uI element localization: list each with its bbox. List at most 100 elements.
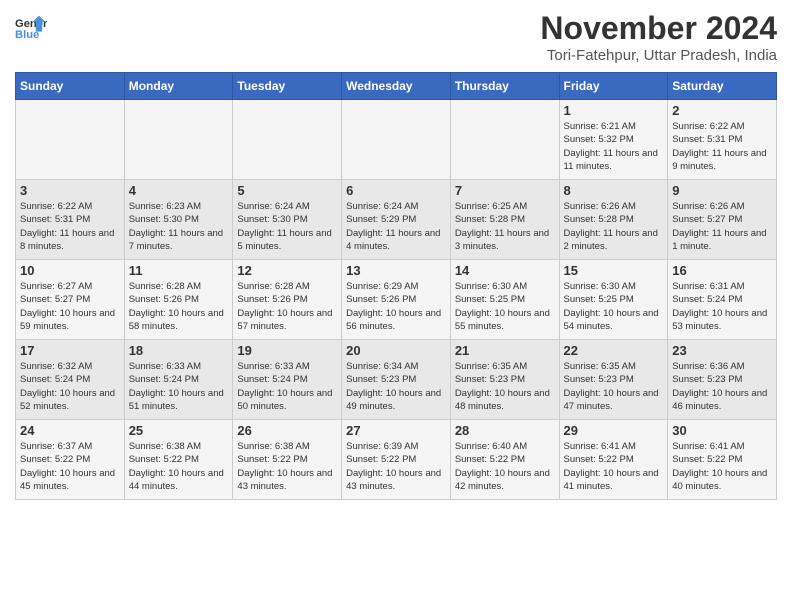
subtitle: Tori-Fatehpur, Uttar Pradesh, India — [540, 47, 777, 64]
calendar-cell: 3Sunrise: 6:22 AM Sunset: 5:31 PM Daylig… — [16, 180, 125, 260]
calendar-cell: 20Sunrise: 6:34 AM Sunset: 5:23 PM Dayli… — [342, 340, 451, 420]
day-info: Sunrise: 6:33 AM Sunset: 5:24 PM Dayligh… — [237, 360, 337, 413]
day-number: 24 — [20, 423, 120, 438]
calendar-cell: 18Sunrise: 6:33 AM Sunset: 5:24 PM Dayli… — [124, 340, 233, 420]
calendar-cell: 14 Sunrise: 6:30 AM Sunset: 5:25 PM Dayli… — [450, 260, 559, 340]
calendar-cell: 22Sunrise: 6:35 AM Sunset: 5:23 PM Dayli… — [559, 340, 668, 420]
day-info: Sunrise: 6:26 AM Sunset: 5:27 PM Dayligh… — [672, 200, 772, 253]
day-info: Sunrise: 6:24 AM Sunset: 5:29 PM Dayligh… — [346, 200, 446, 253]
calendar-cell: 29 Sunrise: 6:41 AM Sunset: 5:22 PM Dayli… — [559, 420, 668, 500]
day-number: 9 — [672, 183, 772, 198]
calendar-cell: 11 Sunrise: 6:28 AM Sunset: 5:26 PM Dayli… — [124, 260, 233, 340]
day-info: Sunrise: 6:29 AM Sunset: 5:26 PM Dayligh… — [346, 280, 446, 333]
day-number: 17 — [20, 343, 120, 358]
day-info: Sunrise: 6:30 AM Sunset: 5:25 PM Dayligh… — [455, 280, 555, 333]
day-number: 27 — [346, 423, 446, 438]
col-friday: Friday — [559, 73, 668, 100]
calendar-cell: 17 Sunrise: 6:32 AM Sunset: 5:24 PM Dayli… — [16, 340, 125, 420]
calendar-cell: 19 Sunrise: 6:33 AM Sunset: 5:24 PM Dayli… — [233, 340, 342, 420]
calendar-cell: 12 Sunrise: 6:28 AM Sunset: 5:26 PM Dayli… — [233, 260, 342, 340]
day-number: 28 — [455, 423, 555, 438]
day-number: 18 — [129, 343, 229, 358]
day-number: 26 — [237, 423, 337, 438]
col-wednesday: Wednesday — [342, 73, 451, 100]
day-number: 21 — [455, 343, 555, 358]
day-info: Sunrise: 6:41 AM Sunset: 5:22 PM Dayligh… — [564, 440, 664, 493]
calendar-cell — [342, 100, 451, 180]
day-info: Sunrise: 6:28 AM Sunset: 5:26 PM Dayligh… — [237, 280, 337, 333]
day-number: 23 — [672, 343, 772, 358]
day-number: 13 — [346, 263, 446, 278]
col-tuesday: Tuesday — [233, 73, 342, 100]
calendar-week-5: 24 Sunrise: 6:37 AM Sunset: 5:22 PM Dayli… — [16, 420, 777, 500]
day-number: 12 — [237, 263, 337, 278]
day-info: Sunrise: 6:32 AM Sunset: 5:24 PM Dayligh… — [20, 360, 120, 413]
day-info: Sunrise: 6:28 AM Sunset: 5:26 PM Dayligh… — [129, 280, 229, 333]
calendar-cell: 2 Sunrise: 6:22 AM Sunset: 5:31 PM Daylig… — [668, 100, 777, 180]
calendar-cell: 26 Sunrise: 6:38 AM Sunset: 5:22 PM Dayli… — [233, 420, 342, 500]
logo-icon: General Blue — [15, 14, 47, 42]
calendar-cell: 25 Sunrise: 6:38 AM Sunset: 5:22 PM Dayli… — [124, 420, 233, 500]
col-thursday: Thursday — [450, 73, 559, 100]
svg-text:Blue: Blue — [15, 29, 39, 41]
calendar-table: Sunday Monday Tuesday Wednesday Thursday… — [15, 72, 777, 500]
calendar-cell — [233, 100, 342, 180]
calendar-cell: 4 Sunrise: 6:23 AM Sunset: 5:30 PM Daylig… — [124, 180, 233, 260]
day-info: Sunrise: 6:25 AM Sunset: 5:28 PM Dayligh… — [455, 200, 555, 253]
day-info: Sunrise: 6:39 AM Sunset: 5:22 PM Dayligh… — [346, 440, 446, 493]
day-info: Sunrise: 6:21 AM Sunset: 5:32 PM Dayligh… — [564, 120, 664, 173]
calendar-cell: 23Sunrise: 6:36 AM Sunset: 5:23 PM Dayli… — [668, 340, 777, 420]
calendar-week-3: 10 Sunrise: 6:27 AM Sunset: 5:27 PM Dayli… — [16, 260, 777, 340]
day-number: 19 — [237, 343, 337, 358]
day-info: Sunrise: 6:38 AM Sunset: 5:22 PM Dayligh… — [129, 440, 229, 493]
day-number: 29 — [564, 423, 664, 438]
title-area: November 2024 Tori-Fatehpur, Uttar Prade… — [540, 10, 777, 64]
col-monday: Monday — [124, 73, 233, 100]
calendar-cell: 27 Sunrise: 6:39 AM Sunset: 5:22 PM Dayli… — [342, 420, 451, 500]
calendar-cell: 15Sunrise: 6:30 AM Sunset: 5:25 PM Dayli… — [559, 260, 668, 340]
day-number: 30 — [672, 423, 772, 438]
day-number: 5 — [237, 183, 337, 198]
day-info: Sunrise: 6:22 AM Sunset: 5:31 PM Dayligh… — [672, 120, 772, 173]
day-number: 11 — [129, 263, 229, 278]
calendar-cell: 9 Sunrise: 6:26 AM Sunset: 5:27 PM Daylig… — [668, 180, 777, 260]
day-number: 15 — [564, 263, 664, 278]
day-info: Sunrise: 6:23 AM Sunset: 5:30 PM Dayligh… — [129, 200, 229, 253]
header: General Blue November 2024 Tori-Fatehpur… — [15, 10, 777, 64]
day-number: 1 — [564, 103, 664, 118]
calendar-cell: 21Sunrise: 6:35 AM Sunset: 5:23 PM Dayli… — [450, 340, 559, 420]
day-number: 6 — [346, 183, 446, 198]
day-number: 14 — [455, 263, 555, 278]
calendar-cell: 30 Sunrise: 6:41 AM Sunset: 5:22 PM Dayli… — [668, 420, 777, 500]
day-info: Sunrise: 6:38 AM Sunset: 5:22 PM Dayligh… — [237, 440, 337, 493]
calendar-week-4: 17 Sunrise: 6:32 AM Sunset: 5:24 PM Dayli… — [16, 340, 777, 420]
day-number: 25 — [129, 423, 229, 438]
calendar-cell: 6 Sunrise: 6:24 AM Sunset: 5:29 PM Daylig… — [342, 180, 451, 260]
month-title: November 2024 — [540, 10, 777, 47]
day-number: 20 — [346, 343, 446, 358]
day-number: 2 — [672, 103, 772, 118]
header-row: Sunday Monday Tuesday Wednesday Thursday… — [16, 73, 777, 100]
day-info: Sunrise: 6:40 AM Sunset: 5:22 PM Dayligh… — [455, 440, 555, 493]
day-info: Sunrise: 6:27 AM Sunset: 5:27 PM Dayligh… — [20, 280, 120, 333]
col-saturday: Saturday — [668, 73, 777, 100]
day-info: Sunrise: 6:31 AM Sunset: 5:24 PM Dayligh… — [672, 280, 772, 333]
day-info: Sunrise: 6:41 AM Sunset: 5:22 PM Dayligh… — [672, 440, 772, 493]
calendar-cell: 16 Sunrise: 6:31 AM Sunset: 5:24 PM Dayli… — [668, 260, 777, 340]
day-number: 8 — [564, 183, 664, 198]
day-info: Sunrise: 6:37 AM Sunset: 5:22 PM Dayligh… — [20, 440, 120, 493]
day-number: 16 — [672, 263, 772, 278]
calendar-cell: 1 Sunrise: 6:21 AM Sunset: 5:32 PM Daylig… — [559, 100, 668, 180]
calendar-cell — [450, 100, 559, 180]
day-info: Sunrise: 6:22 AM Sunset: 5:31 PM Dayligh… — [20, 200, 120, 253]
calendar-cell: 5 Sunrise: 6:24 AM Sunset: 5:30 PM Daylig… — [233, 180, 342, 260]
calendar-cell — [124, 100, 233, 180]
day-info: Sunrise: 6:24 AM Sunset: 5:30 PM Dayligh… — [237, 200, 337, 253]
calendar-cell: 24 Sunrise: 6:37 AM Sunset: 5:22 PM Dayli… — [16, 420, 125, 500]
day-number: 10 — [20, 263, 120, 278]
calendar-cell — [16, 100, 125, 180]
day-number: 7 — [455, 183, 555, 198]
day-info: Sunrise: 6:26 AM Sunset: 5:28 PM Dayligh… — [564, 200, 664, 253]
day-info: Sunrise: 6:35 AM Sunset: 5:23 PM Dayligh… — [564, 360, 664, 413]
day-number: 4 — [129, 183, 229, 198]
